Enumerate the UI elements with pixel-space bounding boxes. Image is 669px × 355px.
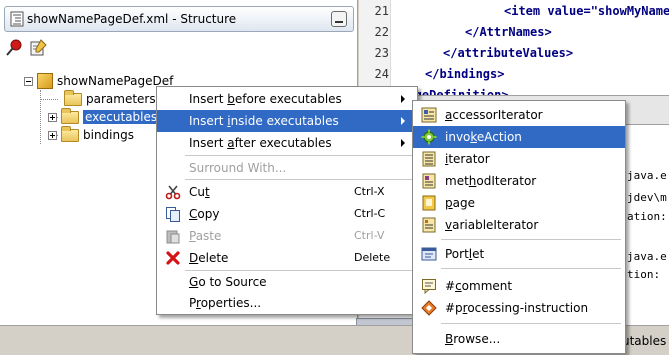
- shortcut-label: Delete: [354, 251, 391, 264]
- tree-node-root[interactable]: showNamePageDef: [24, 72, 173, 90]
- collapse-toggle-icon[interactable]: [24, 76, 33, 86]
- line-number: 23: [374, 46, 389, 60]
- line-number-gutter: 21 22 23 24: [359, 0, 391, 95]
- code-line: <item value="showMyName: [504, 4, 669, 18]
- iterator-icon: [422, 151, 436, 167]
- submenu-item-variable-iterator[interactable]: variableIterator: [413, 214, 625, 236]
- insert-inside-submenu: accessorIterator invokeAction iterator m…: [412, 100, 626, 354]
- code-line: </bindings>: [425, 67, 505, 81]
- submenu-item-portlet[interactable]: Portlet: [413, 243, 625, 265]
- submenu-item-iterator[interactable]: iterator: [413, 148, 625, 170]
- copy-icon: [166, 207, 180, 222]
- menu-item-go-to-source[interactable]: Go to Source: [157, 271, 417, 293]
- submenu-arrow-icon: [401, 139, 405, 147]
- processing-instruction-icon: [421, 300, 437, 316]
- submenu-item-method-iterator[interactable]: methodIterator: [413, 170, 625, 192]
- status-text: utables: [622, 334, 667, 348]
- line-number: 24: [374, 67, 389, 81]
- tree-node-label: bindings: [83, 128, 134, 142]
- log-text: jdev\m: [627, 191, 667, 204]
- paste-icon: [166, 230, 180, 244]
- tree-node-parameters[interactable]: parameters: [64, 89, 156, 108]
- submenu-item-processing-instruction[interactable]: #processing-instruction: [413, 297, 625, 319]
- shortcut-label: Ctrl-V: [354, 229, 385, 242]
- pin-icon[interactable]: [4, 38, 24, 58]
- invoke-action-gear-icon: [421, 129, 437, 145]
- folder-icon: [61, 107, 79, 124]
- edit-properties-icon[interactable]: [28, 38, 48, 58]
- structure-panel-header: showNamePageDef.xml - Structure: [4, 6, 354, 32]
- expand-toggle-icon[interactable]: [48, 112, 57, 122]
- page-icon: [422, 195, 436, 211]
- menu-item-insert-inside[interactable]: Insert inside executables: [157, 110, 417, 132]
- portlet-icon: [421, 247, 437, 261]
- expand-toggle-icon[interactable]: [48, 130, 57, 140]
- method-iterator-icon: [422, 173, 436, 189]
- scissors-icon: [165, 185, 181, 200]
- log-text: java.e: [627, 169, 667, 182]
- menu-item-delete[interactable]: Delete Delete: [157, 247, 417, 269]
- delete-x-icon: [166, 251, 180, 265]
- folder-icon: [64, 89, 82, 106]
- context-menu: Insert before executables Insert inside …: [156, 86, 418, 315]
- page-definition-icon: [37, 73, 53, 89]
- menu-item-properties[interactable]: Properties...: [157, 292, 417, 314]
- structure-document-icon: [10, 11, 24, 27]
- shortcut-label: Ctrl-C: [354, 207, 386, 220]
- code-line: </attributeValues>: [443, 46, 574, 60]
- minimize-panel-button[interactable]: [331, 11, 347, 27]
- code-line: </AttrNames>: [465, 25, 552, 39]
- accessor-iterator-icon: [421, 107, 437, 123]
- tree-node-bindings[interactable]: bindings: [48, 125, 134, 144]
- submenu-item-invoke-action[interactable]: invokeAction: [413, 126, 625, 148]
- menu-item-paste[interactable]: Paste Ctrl-V: [157, 225, 417, 247]
- tree-node-executables[interactable]: executables: [48, 107, 160, 126]
- menu-item-cut[interactable]: Cut Ctrl-X: [157, 181, 417, 203]
- log-text: tion:: [627, 268, 661, 281]
- tree-node-label: executables: [83, 110, 160, 124]
- menu-item-surround-with[interactable]: Surround With...: [157, 157, 417, 179]
- menu-item-insert-before[interactable]: Insert before executables: [157, 88, 417, 110]
- log-text: java.e: [627, 250, 667, 263]
- line-number: 21: [374, 4, 389, 18]
- submenu-item-page[interactable]: page: [413, 192, 625, 214]
- menu-item-label: Surround With...: [189, 161, 287, 175]
- submenu-item-accessor-iterator[interactable]: accessorIterator: [413, 104, 625, 126]
- folder-icon: [61, 125, 79, 142]
- shortcut-label: Ctrl-X: [354, 185, 385, 198]
- log-text: ation:: [627, 210, 667, 223]
- submenu-item-browse[interactable]: Browse...: [413, 328, 625, 350]
- submenu-item-comment[interactable]: #comment: [413, 275, 625, 297]
- variable-iterator-icon: [422, 217, 436, 233]
- menu-item-copy[interactable]: Copy Ctrl-C: [157, 203, 417, 225]
- submenu-arrow-icon: [401, 117, 405, 125]
- comment-icon: [422, 279, 436, 294]
- line-number: 22: [374, 25, 389, 39]
- tree-node-label: parameters: [86, 92, 156, 106]
- submenu-arrow-icon: [401, 95, 405, 103]
- menu-item-insert-after[interactable]: Insert after executables: [157, 132, 417, 154]
- structure-panel-title: showNamePageDef.xml - Structure: [27, 12, 237, 26]
